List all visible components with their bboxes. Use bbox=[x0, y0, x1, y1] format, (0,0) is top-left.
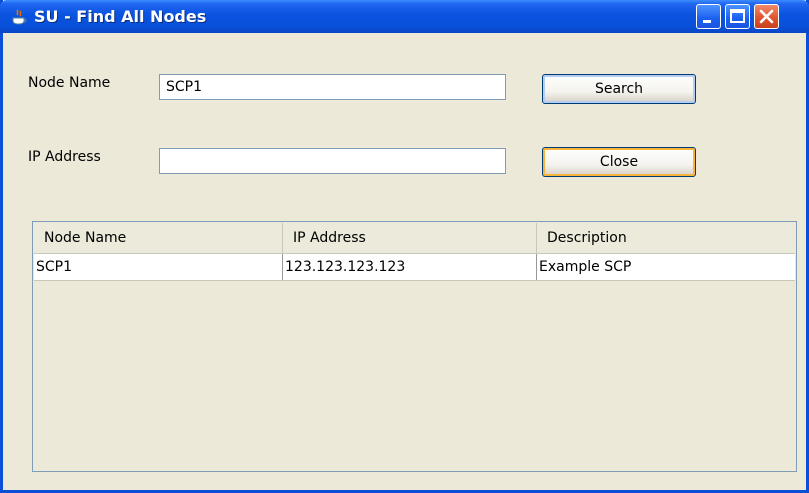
node-name-label: Node Name bbox=[28, 75, 111, 91]
ip-address-field[interactable] bbox=[159, 148, 506, 174]
search-button[interactable]: Search bbox=[542, 74, 696, 104]
find-nodes-window: SU - Find All Nodes Node Name IP Address… bbox=[0, 0, 809, 493]
maximize-button[interactable] bbox=[725, 4, 750, 29]
window-title: SU - Find All Nodes bbox=[34, 7, 207, 26]
table-header: Node Name IP Address Description bbox=[34, 223, 795, 254]
minimize-button[interactable] bbox=[696, 4, 721, 29]
maximize-icon bbox=[730, 9, 745, 23]
close-window-button[interactable] bbox=[754, 4, 779, 29]
column-header-node-name[interactable]: Node Name bbox=[34, 223, 283, 253]
title-bar[interactable]: SU - Find All Nodes bbox=[0, 0, 809, 33]
close-button[interactable]: Close bbox=[542, 147, 696, 177]
node-name-field[interactable] bbox=[159, 74, 506, 100]
cell-node-name[interactable]: SCP1 bbox=[34, 254, 283, 280]
column-header-description[interactable]: Description bbox=[537, 223, 793, 253]
java-icon bbox=[12, 9, 27, 25]
nodes-table[interactable]: Node Name IP Address Description SCP1 12… bbox=[32, 221, 797, 472]
ip-address-label: IP Address bbox=[28, 149, 101, 165]
table-row[interactable]: SCP1 123.123.123.123 Example SCP bbox=[34, 254, 795, 281]
close-icon bbox=[759, 9, 774, 24]
minimize-icon bbox=[703, 20, 711, 23]
cell-description[interactable]: Example SCP bbox=[537, 254, 793, 280]
column-header-ip-address[interactable]: IP Address bbox=[283, 223, 537, 253]
cell-ip-address[interactable]: 123.123.123.123 bbox=[283, 254, 537, 280]
